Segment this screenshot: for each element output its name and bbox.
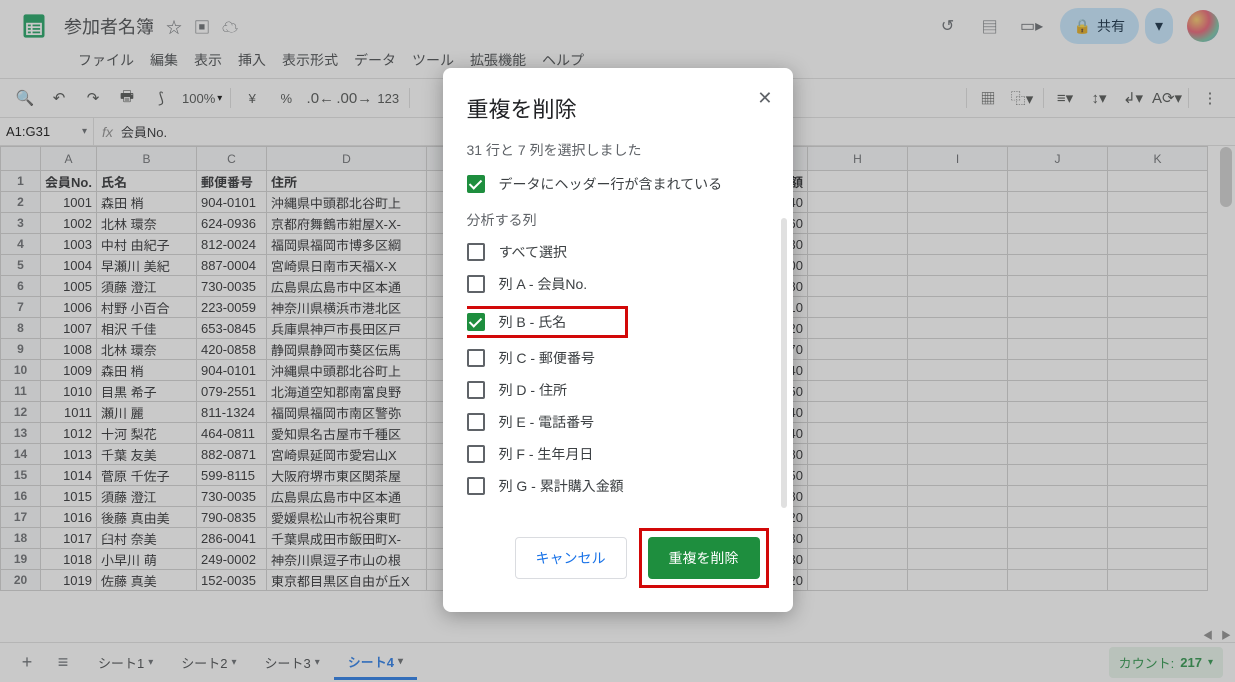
col-checkbox-label-7: 列 G - 累計購入金額 [499,476,624,496]
col-checkbox-label-6: 列 F - 生年月日 [499,444,594,464]
col-checkbox-0[interactable] [467,243,485,261]
remove-duplicates-dialog: ✕ 重複を削除 31 行と 7 列を選択しました データにヘッダー行が含まれてい… [443,68,793,612]
close-icon[interactable]: ✕ [757,88,772,109]
dialog-info: 31 行と 7 列を選択しました [467,140,769,160]
col-checkbox-label-2: 列 B - 氏名 [499,312,567,332]
header-checkbox-label: データにヘッダー行が含まれている [499,174,723,194]
col-checkbox-6[interactable] [467,445,485,463]
dialog-scrollbar[interactable] [781,218,787,508]
col-checkbox-3[interactable] [467,349,485,367]
col-checkbox-1[interactable] [467,275,485,293]
col-checkbox-label-3: 列 C - 郵便番号 [499,348,595,368]
col-checkbox-5[interactable] [467,413,485,431]
header-checkbox[interactable] [467,175,485,193]
columns-section-label: 分析する列 [467,210,769,230]
col-checkbox-label-4: 列 D - 住所 [499,380,567,400]
col-checkbox-label-0: すべて選択 [499,242,567,262]
confirm-button[interactable]: 重複を削除 [648,537,760,579]
modal-overlay: ✕ 重複を削除 31 行と 7 列を選択しました データにヘッダー行が含まれてい… [0,0,1235,682]
col-checkbox-7[interactable] [467,477,485,495]
cancel-button[interactable]: キャンセル [515,537,627,579]
col-checkbox-4[interactable] [467,381,485,399]
col-checkbox-label-5: 列 E - 電話番号 [499,412,595,432]
col-checkbox-2[interactable] [467,313,485,331]
dialog-title: 重複を削除 [467,92,769,124]
col-checkbox-label-1: 列 A - 会員No. [499,274,588,294]
